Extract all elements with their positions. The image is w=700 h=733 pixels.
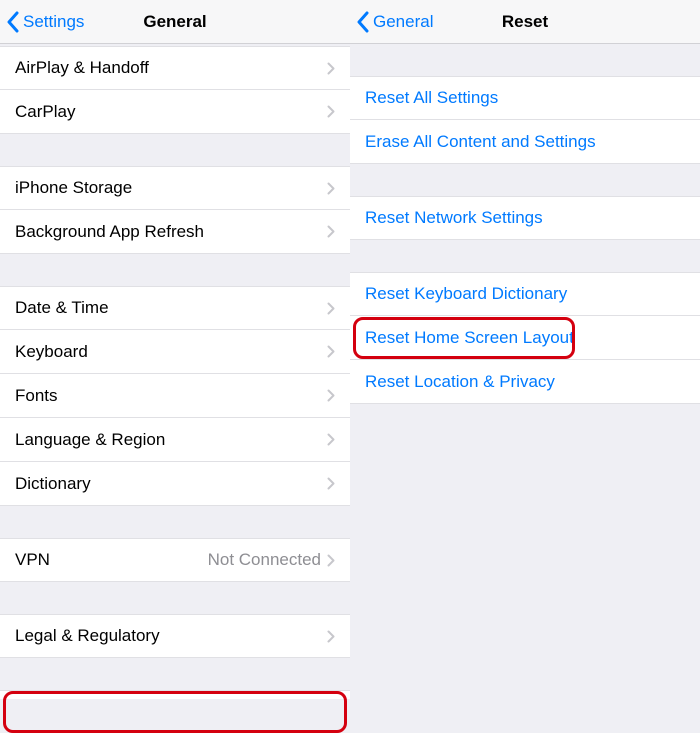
row-label: Reset Home Screen Layout bbox=[365, 328, 685, 348]
row-label: Dictionary bbox=[15, 474, 327, 494]
pane-general: Settings General AirPlay & Handoff CarPl… bbox=[0, 0, 350, 699]
chevron-right-icon bbox=[327, 433, 335, 446]
group-vpn: VPN Not Connected bbox=[0, 538, 350, 582]
row-keyboard[interactable]: Keyboard bbox=[0, 330, 350, 374]
chevron-right-icon bbox=[327, 105, 335, 118]
row-label: Date & Time bbox=[15, 298, 327, 318]
group-legal: Legal & Regulatory bbox=[0, 614, 350, 658]
back-label: General bbox=[373, 12, 433, 32]
row-label: Fonts bbox=[15, 386, 327, 406]
row-date-time[interactable]: Date & Time bbox=[0, 286, 350, 330]
row-fonts[interactable]: Fonts bbox=[0, 374, 350, 418]
row-label: Background App Refresh bbox=[15, 222, 327, 242]
chevron-right-icon bbox=[327, 225, 335, 238]
back-label: Settings bbox=[23, 12, 84, 32]
chevron-right-icon bbox=[327, 302, 335, 315]
group-connectivity: AirPlay & Handoff CarPlay bbox=[0, 46, 350, 134]
row-legal-regulatory[interactable]: Legal & Regulatory bbox=[0, 614, 350, 658]
chevron-right-icon bbox=[327, 182, 335, 195]
row-reset-location-privacy[interactable]: Reset Location & Privacy bbox=[350, 360, 700, 404]
row-label: CarPlay bbox=[15, 102, 327, 122]
group-reset-main: Reset All Settings Erase All Content and… bbox=[350, 76, 700, 164]
group-storage: iPhone Storage Background App Refresh bbox=[0, 166, 350, 254]
group-reset-other: Reset Keyboard Dictionary Reset Home Scr… bbox=[350, 272, 700, 404]
chevron-right-icon bbox=[327, 630, 335, 643]
row-label: Erase All Content and Settings bbox=[365, 132, 685, 152]
row-reset-keyboard-dictionary[interactable]: Reset Keyboard Dictionary bbox=[350, 272, 700, 316]
row-vpn[interactable]: VPN Not Connected bbox=[0, 538, 350, 582]
row-reset-home-screen-layout[interactable]: Reset Home Screen Layout bbox=[350, 316, 700, 360]
chevron-right-icon bbox=[327, 477, 335, 490]
row-background-app-refresh[interactable]: Background App Refresh bbox=[0, 210, 350, 254]
row-reset-all-settings[interactable]: Reset All Settings bbox=[350, 76, 700, 120]
row-erase-all-content[interactable]: Erase All Content and Settings bbox=[350, 120, 700, 164]
row-dictionary[interactable]: Dictionary bbox=[0, 462, 350, 506]
row-label: Reset All Settings bbox=[365, 88, 685, 108]
row-label: iPhone Storage bbox=[15, 178, 327, 198]
row-airplay-handoff[interactable]: AirPlay & Handoff bbox=[0, 46, 350, 90]
row-language-region[interactable]: Language & Region bbox=[0, 418, 350, 462]
chevron-right-icon bbox=[327, 554, 335, 567]
content-reset: Reset All Settings Erase All Content and… bbox=[350, 44, 700, 699]
chevron-right-icon bbox=[327, 62, 335, 75]
chevron-left-icon bbox=[6, 11, 19, 33]
row-label: VPN bbox=[15, 550, 208, 570]
content-general: AirPlay & Handoff CarPlay iPhone Storage… bbox=[0, 44, 350, 699]
row-carplay[interactable]: CarPlay bbox=[0, 90, 350, 134]
group-reset: Reset Shut Down bbox=[0, 690, 350, 699]
chevron-right-icon bbox=[327, 389, 335, 402]
row-detail: Not Connected bbox=[208, 550, 321, 570]
row-label: Legal & Regulatory bbox=[15, 626, 327, 646]
row-iphone-storage[interactable]: iPhone Storage bbox=[0, 166, 350, 210]
row-label: Reset Keyboard Dictionary bbox=[365, 284, 685, 304]
back-button-settings[interactable]: Settings bbox=[0, 11, 84, 33]
chevron-right-icon bbox=[327, 345, 335, 358]
row-label: Reset Network Settings bbox=[365, 208, 685, 228]
nav-bar-reset: General Reset bbox=[350, 0, 700, 44]
back-button-general[interactable]: General bbox=[350, 11, 433, 33]
row-label: Keyboard bbox=[15, 342, 327, 362]
group-locale: Date & Time Keyboard Fonts Language & Re… bbox=[0, 286, 350, 506]
row-reset[interactable]: Reset bbox=[0, 690, 350, 699]
pane-reset: General Reset Reset All Settings Erase A… bbox=[350, 0, 700, 699]
group-reset-network: Reset Network Settings bbox=[350, 196, 700, 240]
row-reset-network-settings[interactable]: Reset Network Settings bbox=[350, 196, 700, 240]
chevron-left-icon bbox=[356, 11, 369, 33]
row-label: Reset Location & Privacy bbox=[365, 372, 685, 392]
row-label: Language & Region bbox=[15, 430, 327, 450]
row-label: AirPlay & Handoff bbox=[15, 58, 327, 78]
nav-bar-general: Settings General bbox=[0, 0, 350, 44]
